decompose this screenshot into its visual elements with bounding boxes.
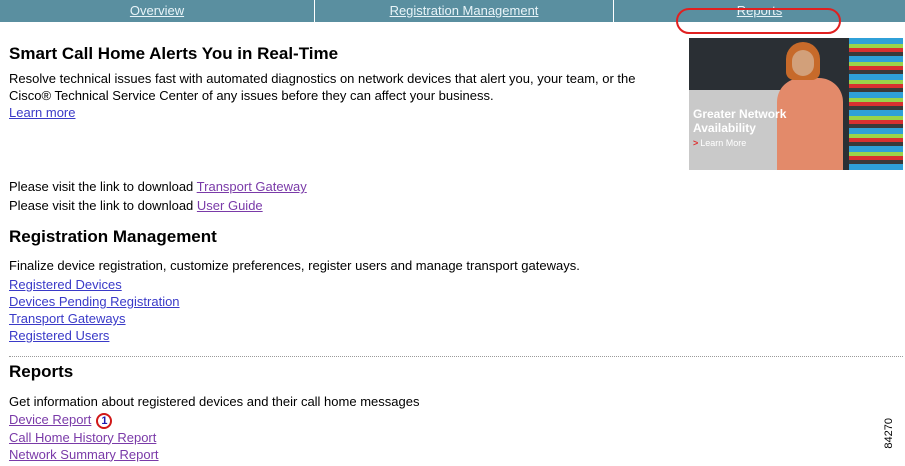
promo-person-face bbox=[792, 50, 814, 76]
reports-tab-highlight bbox=[676, 8, 841, 34]
call-home-history-report-link[interactable]: Call Home History Report bbox=[9, 430, 156, 445]
tab-registration-management[interactable]: Registration Management bbox=[315, 0, 614, 22]
hero-description: Resolve technical issues fast with autom… bbox=[9, 70, 669, 121]
download-transport-gateway-line: Please visit the link to download Transp… bbox=[9, 178, 307, 195]
figure-number: 84270 bbox=[883, 418, 895, 449]
promo-headline-2: Availability bbox=[693, 121, 756, 135]
registration-description: Finalize device registration, customize … bbox=[9, 258, 580, 273]
registered-users-link[interactable]: Registered Users bbox=[9, 328, 109, 343]
reports-title: Reports bbox=[9, 362, 74, 381]
reports-links: Device Report 1 Call Home History Report … bbox=[9, 411, 159, 463]
user-guide-download-link[interactable]: User Guide bbox=[197, 198, 263, 213]
network-summary-report-link[interactable]: Network Summary Report bbox=[9, 447, 159, 462]
promo-cta-label: Learn More bbox=[700, 138, 747, 148]
promo-headline-1: Greater Network bbox=[693, 107, 787, 121]
callout-badge: 1 bbox=[96, 412, 113, 429]
device-report-link[interactable]: Device Report bbox=[9, 412, 91, 427]
promo-person-shirt bbox=[777, 78, 843, 170]
download-user-guide-line: Please visit the link to download User G… bbox=[9, 197, 263, 214]
promo-banner[interactable]: Greater Network Availability > Learn More bbox=[689, 38, 903, 170]
registered-devices-link[interactable]: Registered Devices bbox=[9, 277, 122, 292]
section-divider bbox=[9, 356, 903, 357]
registration-title: Registration Management bbox=[9, 227, 217, 246]
transport-gateway-download-link[interactable]: Transport Gateway bbox=[197, 179, 307, 194]
learn-more-link[interactable]: Learn more bbox=[9, 105, 75, 120]
tab-overview[interactable]: Overview bbox=[0, 0, 315, 22]
reports-description: Get information about registered devices… bbox=[9, 394, 420, 409]
promo-cable-rack bbox=[849, 38, 903, 170]
arrow-right-icon: > bbox=[693, 138, 699, 148]
registration-links: Registered Devices Devices Pending Regis… bbox=[9, 276, 180, 344]
download-prefix: Please visit the link to download bbox=[9, 179, 194, 194]
hero-description-text: Resolve technical issues fast with autom… bbox=[9, 71, 636, 103]
promo-learn-more[interactable]: > Learn More bbox=[693, 138, 746, 148]
devices-pending-registration-link[interactable]: Devices Pending Registration bbox=[9, 294, 180, 309]
transport-gateways-link[interactable]: Transport Gateways bbox=[9, 311, 126, 326]
download-prefix: Please visit the link to download bbox=[9, 198, 194, 213]
hero-title: Smart Call Home Alerts You in Real-Time bbox=[9, 44, 339, 63]
